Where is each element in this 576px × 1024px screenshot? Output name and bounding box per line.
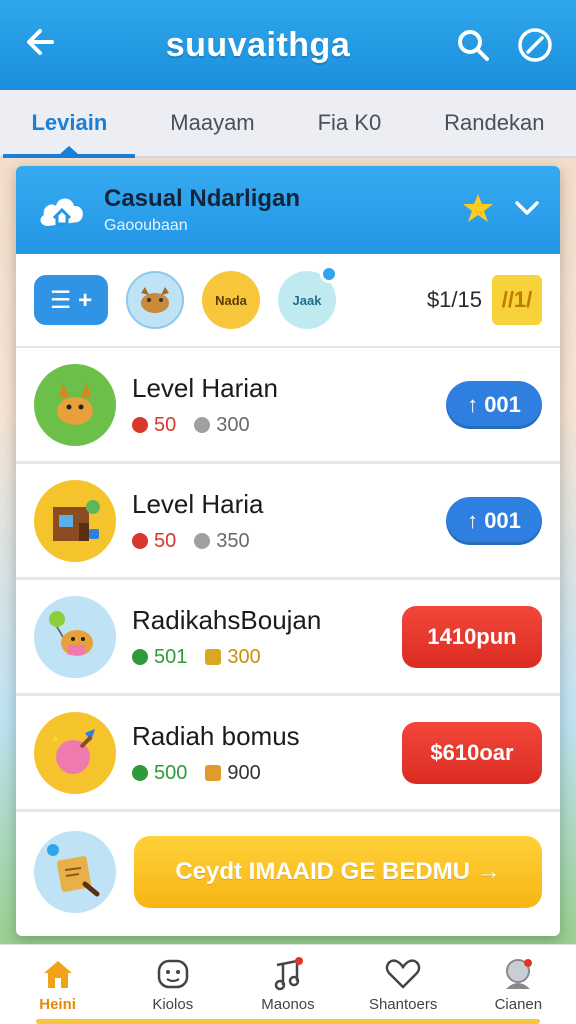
stat-secondary: 300 (216, 413, 250, 436)
list-filter-button[interactable]: ☰ + (34, 275, 108, 325)
bonus-row: Ceydt IMAAID GE BEDMU → (16, 812, 560, 932)
heart-outline-icon (385, 956, 421, 992)
back-arrow-icon[interactable] (22, 24, 62, 66)
jaak-filter-chip[interactable]: Jaak (278, 265, 338, 329)
coin-icon (194, 417, 211, 433)
card-subtitle: Gaooubaan (104, 217, 188, 234)
action-button[interactable]: $610oar (402, 721, 542, 784)
stat-primary: 50 (154, 413, 177, 436)
filter-bar: ☰ + Nada Jaak $1/15 //1/ (16, 254, 560, 348)
nav-kiolos-label: Kiolos (152, 996, 194, 1013)
star-icon[interactable] (462, 192, 494, 229)
nav-kiolos[interactable]: Kiolos (123, 956, 223, 1013)
chevron-down-icon[interactable] (512, 193, 542, 228)
claim-bonus-button[interactable]: Ceydt IMAAID GE BEDMU → (134, 836, 542, 908)
list-item[interactable]: RadikahsBoujan 501 300 1410pun (16, 580, 560, 696)
card-title: Casual Ndarligan (104, 185, 301, 212)
item-title: Radiah bomus (132, 720, 300, 751)
app-title: suuvaithga (165, 25, 351, 64)
stat-secondary: 350 (216, 529, 250, 552)
heart-icon (132, 533, 148, 549)
item-title: Level Haria (132, 488, 264, 519)
paint-ball-avatar-icon (34, 711, 116, 794)
stat-primary: 500 (154, 761, 188, 784)
tab-fia-k0[interactable]: Fia K0 (310, 92, 390, 154)
fox-avatar-icon (34, 363, 116, 446)
nav-home-label: Heini (39, 996, 76, 1013)
nav-home[interactable]: Heini (8, 956, 108, 1013)
heart-icon (132, 417, 148, 433)
nav-cianen[interactable]: Cianen (468, 956, 568, 1013)
list-item[interactable]: Level Haria 50 350 ↑ 001 (16, 464, 560, 580)
cloud-home-icon (34, 182, 90, 238)
nav-shantoers-label: Shantoers (368, 996, 438, 1013)
action-button[interactable]: 1410pun (402, 605, 542, 668)
list-item[interactable]: Level Harian 50 300 ↑ 001 (16, 348, 560, 464)
level-card: Casual Ndarligan Gaooubaan ☰ + Nada Jaak… (16, 166, 560, 936)
action-button[interactable]: ↑ 001 (446, 380, 542, 429)
tab-maayam[interactable]: Maayam (162, 92, 262, 154)
nav-shantoers[interactable]: Shantoers (353, 956, 453, 1013)
nav-cianen-label: Cianen (494, 996, 543, 1013)
stat-primary: 501 (154, 645, 188, 668)
tab-bar: Leviain Maayam Fia K0 Randekan (0, 90, 576, 158)
house-avatar-icon (34, 479, 116, 562)
home-indicator (36, 1019, 540, 1024)
nada-filter-chip[interactable]: Nada (202, 271, 260, 329)
stat-secondary: 900 (227, 761, 261, 784)
price-badge[interactable]: //1/ (492, 275, 542, 325)
search-icon[interactable] (454, 26, 492, 64)
bottom-navigation: Heini Kiolos Maonos Shantoers Cianen (0, 944, 576, 1024)
dog-filter-icon[interactable] (126, 271, 184, 329)
action-button[interactable]: ↑ 001 (446, 496, 542, 545)
edit-circle-icon[interactable] (516, 26, 554, 64)
top-app-bar: suuvaithga (0, 0, 576, 90)
profile-avatar-icon (500, 956, 536, 992)
gold-block-icon (205, 765, 222, 781)
puppy-balloon-avatar-icon (34, 595, 116, 678)
notification-dot (320, 265, 338, 283)
nav-maonos-label: Maonos (261, 996, 315, 1013)
card-header: Casual Ndarligan Gaooubaan (16, 166, 560, 254)
stat-primary: 50 (154, 529, 177, 552)
music-note-icon (270, 956, 306, 992)
item-title: RadikahsBoujan (132, 604, 322, 635)
tab-leviain[interactable]: Leviain (3, 92, 136, 158)
gem-icon (132, 649, 148, 665)
jaak-label: Jaak (292, 292, 322, 308)
stat-secondary: 300 (227, 645, 261, 668)
tab-randekan[interactable]: Randekan (436, 92, 552, 154)
coin-icon (194, 533, 211, 549)
nav-maonos[interactable]: Maonos (238, 956, 338, 1013)
list-item[interactable]: Radiah bomus 500 900 $610oar (16, 696, 560, 812)
gem-icon (132, 765, 148, 781)
home-icon (40, 956, 76, 992)
scroll-avatar-icon (34, 831, 116, 913)
face-icon (155, 956, 191, 992)
gold-block-icon (205, 649, 222, 665)
item-title: Level Harian (132, 372, 278, 403)
price-label: $1/15 (426, 287, 482, 312)
